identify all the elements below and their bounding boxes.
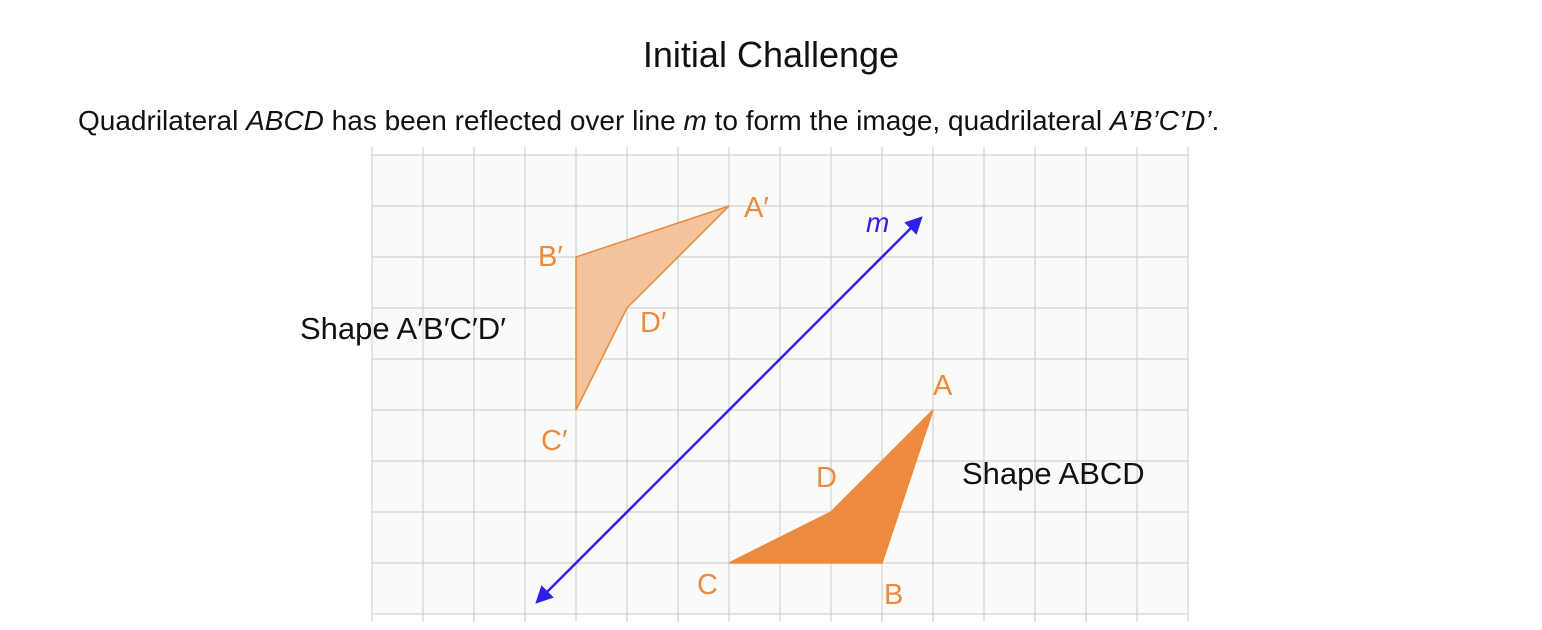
vertex-label-c-prime: C′ bbox=[541, 425, 567, 457]
vertex-label-b: B bbox=[884, 579, 903, 611]
original-shape-name: Shape ABCD bbox=[962, 456, 1145, 491]
vertex-label-d-prime: D′ bbox=[640, 307, 666, 339]
vertex-label-a: A bbox=[933, 370, 953, 402]
vertex-label-b-prime: B′ bbox=[538, 241, 563, 273]
vertex-label-a-prime: A′ bbox=[744, 192, 769, 224]
vertex-label-c: C bbox=[697, 569, 718, 601]
line-m-label: m bbox=[866, 207, 889, 238]
vertex-label-d: D bbox=[816, 462, 837, 494]
reflection-diagram: m A′ B′ C′ D′ A B C D Shape A′B′C′D′ Sha… bbox=[300, 147, 1189, 622]
image-shape-name: Shape A′B′C′D′ bbox=[300, 311, 506, 346]
